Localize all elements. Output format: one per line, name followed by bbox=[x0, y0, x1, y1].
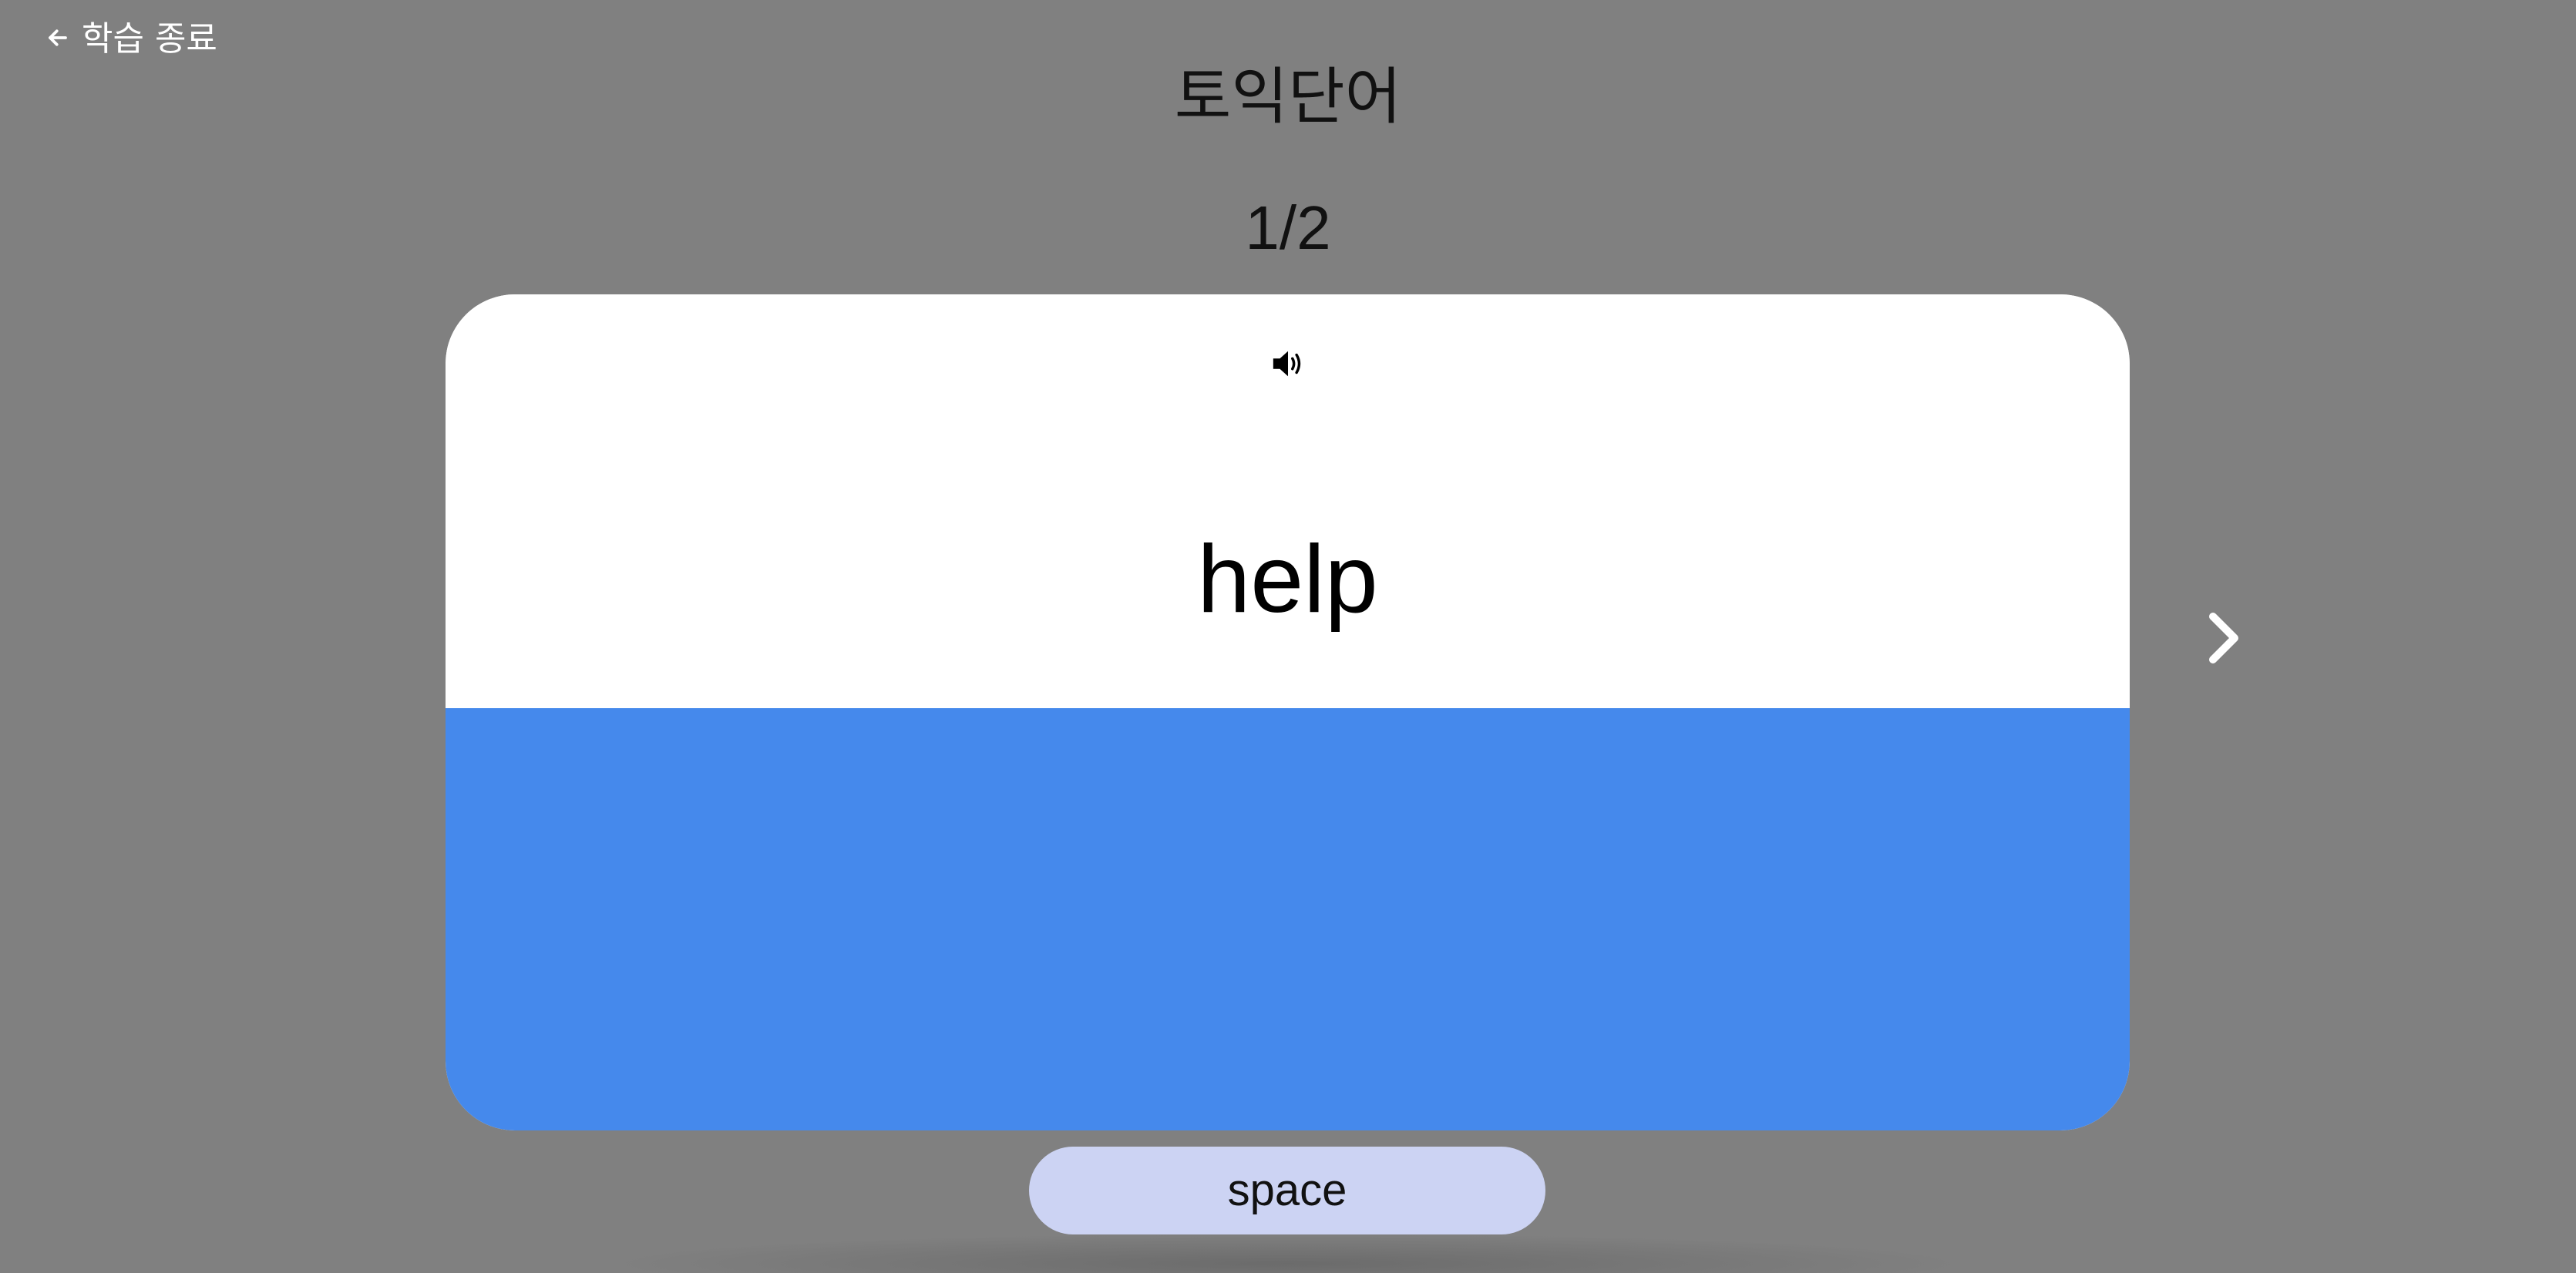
chevron-right-icon bbox=[2205, 610, 2242, 670]
flashcard-front: help bbox=[446, 294, 2130, 708]
space-button-label: space bbox=[1227, 1165, 1347, 1215]
flashcard-study-page: 학습 종료 토익단어 1/2 help space bbox=[0, 0, 2576, 1273]
flashcard-word: help bbox=[1197, 526, 1378, 633]
arrow-left-icon bbox=[46, 26, 69, 53]
deck-title: 토익단어 bbox=[1174, 61, 1402, 133]
speaker-icon bbox=[1270, 346, 1306, 385]
next-card-button[interactable] bbox=[2197, 609, 2251, 670]
space-button[interactable]: space bbox=[1029, 1147, 1545, 1234]
flashcard[interactable]: help bbox=[446, 294, 2130, 1130]
bottom-shadow bbox=[601, 1233, 1973, 1273]
pronunciation-button[interactable] bbox=[1266, 344, 1310, 387]
flashcard-answer-panel[interactable] bbox=[446, 708, 2130, 1130]
card-counter: 1/2 bbox=[1245, 193, 1331, 262]
